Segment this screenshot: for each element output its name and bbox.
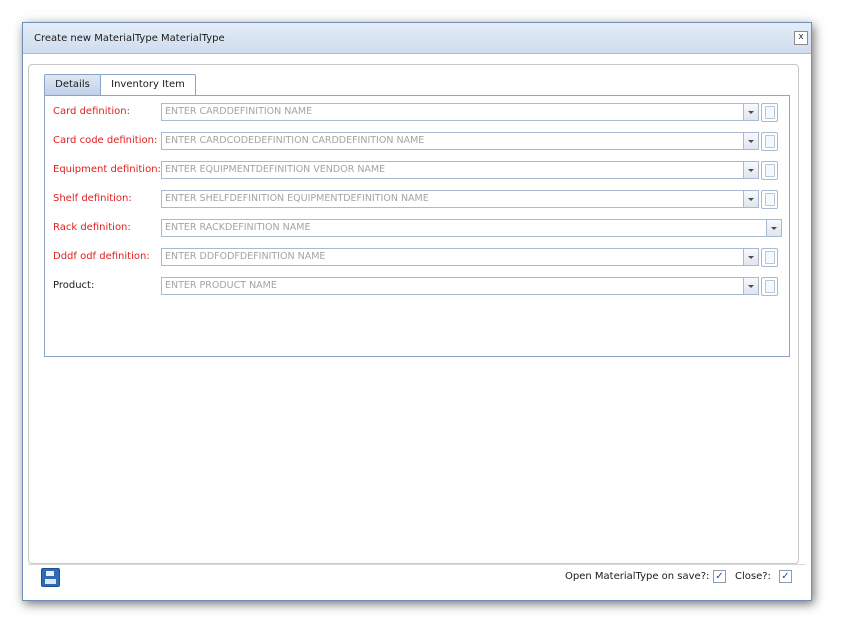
product-placeholder: ENTER PRODUCT NAME	[165, 280, 277, 291]
close-button[interactable]: x	[794, 31, 808, 45]
card-code-definition-row: Card code definition: ENTER CARDCODEDEFI…	[45, 132, 789, 151]
inventory-item-panel: Card definition: ENTER CARDDEFINITION NA…	[44, 95, 790, 357]
card-code-definition-combo[interactable]: ENTER CARDCODEDEFINITION CARDDEFINITION …	[161, 132, 759, 150]
dropdown-arrow-icon[interactable]	[743, 249, 758, 265]
save-icon[interactable]	[41, 568, 60, 587]
close-checkbox[interactable]: ✓	[779, 570, 792, 583]
ddf-odf-definition-row: Dddf odf definition: ENTER DDFODFDEFINIT…	[45, 248, 789, 267]
equipment-definition-combo[interactable]: ENTER EQUIPMENTDEFINITION VENDOR NAME	[161, 161, 759, 179]
lookup-icon[interactable]	[761, 103, 778, 122]
dropdown-arrow-icon[interactable]	[743, 133, 758, 149]
equipment-definition-placeholder: ENTER EQUIPMENTDEFINITION VENDOR NAME	[165, 164, 386, 175]
card-definition-placeholder: ENTER CARDDEFINITION NAME	[165, 106, 313, 117]
rack-definition-placeholder: ENTER RACKDEFINITION NAME	[165, 222, 311, 233]
lookup-icon[interactable]	[761, 248, 778, 267]
ddf-odf-definition-combo[interactable]: ENTER DDFODFDEFINITION NAME	[161, 248, 759, 266]
close-label: Close?:	[735, 571, 771, 582]
dropdown-arrow-icon[interactable]	[743, 104, 758, 120]
ddf-odf-definition-placeholder: ENTER DDFODFDEFINITION NAME	[165, 251, 326, 262]
dialog-titlebar: Create new MaterialType MaterialType x	[23, 23, 811, 54]
ddf-odf-definition-label: Dddf odf definition:	[53, 251, 150, 262]
product-row: Product: ENTER PRODUCT NAME	[45, 277, 789, 296]
lookup-icon[interactable]	[761, 132, 778, 151]
tab-inventory-item[interactable]: Inventory Item	[100, 74, 196, 96]
card-definition-row: Card definition: ENTER CARDDEFINITION NA…	[45, 103, 789, 122]
rack-definition-combo[interactable]: ENTER RACKDEFINITION NAME	[161, 219, 782, 237]
shelf-definition-label: Shelf definition:	[53, 193, 132, 204]
dropdown-arrow-icon[interactable]	[766, 220, 781, 236]
shelf-definition-placeholder: ENTER SHELFDEFINITION EQUIPMENTDEFINITIO…	[165, 193, 429, 204]
lookup-icon[interactable]	[761, 277, 778, 296]
footer-divider	[28, 564, 806, 565]
lookup-icon[interactable]	[761, 190, 778, 209]
save-icon-shutter	[46, 571, 54, 576]
dropdown-arrow-icon[interactable]	[743, 191, 758, 207]
equipment-definition-row: Equipment definition: ENTER EQUIPMENTDEF…	[45, 161, 789, 180]
open-on-save-label: Open MaterialType on save?:	[565, 571, 710, 582]
card-code-definition-placeholder: ENTER CARDCODEDEFINITION CARDDEFINITION …	[165, 135, 425, 146]
tab-details[interactable]: Details	[44, 74, 101, 95]
dialog-title: Create new MaterialType MaterialType	[34, 33, 225, 44]
equipment-definition-label: Equipment definition:	[53, 164, 161, 175]
dropdown-arrow-icon[interactable]	[743, 162, 758, 178]
dropdown-arrow-icon[interactable]	[743, 278, 758, 294]
create-material-type-dialog: Create new MaterialType MaterialType x D…	[22, 22, 812, 601]
rack-definition-row: Rack definition: ENTER RACKDEFINITION NA…	[45, 219, 789, 237]
card-definition-label: Card definition:	[53, 106, 131, 117]
shelf-definition-combo[interactable]: ENTER SHELFDEFINITION EQUIPMENTDEFINITIO…	[161, 190, 759, 208]
open-on-save-checkbox[interactable]: ✓	[713, 570, 726, 583]
shelf-definition-row: Shelf definition: ENTER SHELFDEFINITION …	[45, 190, 789, 209]
rack-definition-label: Rack definition:	[53, 222, 131, 233]
product-combo[interactable]: ENTER PRODUCT NAME	[161, 277, 759, 295]
card-definition-combo[interactable]: ENTER CARDDEFINITION NAME	[161, 103, 759, 121]
save-icon-label	[45, 579, 56, 584]
card-code-definition-label: Card code definition:	[53, 135, 158, 146]
lookup-icon[interactable]	[761, 161, 778, 180]
product-label: Product:	[53, 280, 95, 291]
